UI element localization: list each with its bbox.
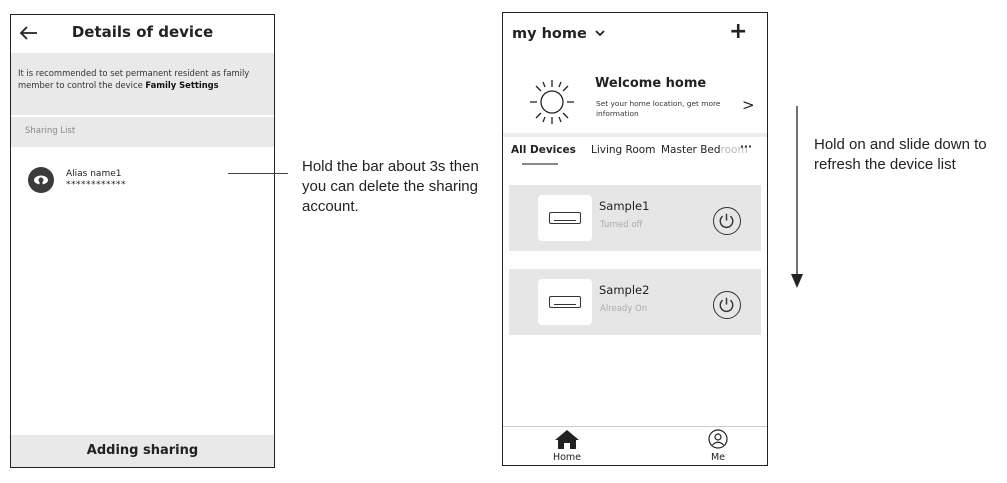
nav-home-label: Home — [552, 452, 582, 463]
power-icon[interactable] — [713, 207, 741, 235]
tab-all-devices[interactable]: All Devices — [511, 144, 576, 156]
refresh-instruction: Hold on and slide down to refresh the de… — [814, 136, 987, 173]
family-settings-link[interactable]: Family Settings — [145, 80, 218, 90]
power-icon[interactable] — [713, 291, 741, 319]
home-selector[interactable]: my home — [512, 26, 606, 42]
sun-icon — [530, 80, 574, 124]
device-thumbnail — [538, 279, 592, 325]
device-name: Sample1 — [599, 199, 650, 213]
tab-master-bedroom-label: Master Bed — [661, 144, 721, 156]
device-status: Already On — [600, 304, 648, 314]
home-icon — [555, 430, 579, 449]
chevron-right-icon: > — [742, 96, 755, 114]
profile-icon — [708, 429, 728, 449]
divider — [503, 133, 767, 137]
active-tab-indicator — [522, 163, 558, 165]
user-avatar-icon — [28, 167, 54, 193]
callout-text: Hold the bar about 3s then you can delet… — [302, 158, 479, 215]
bottom-navigation: Home Me — [503, 426, 767, 465]
sharing-account-masked: ************ — [66, 180, 126, 190]
adding-sharing-button[interactable]: Adding sharing — [11, 435, 274, 467]
home-screen: my home + Welcome home Set your home loc… — [502, 12, 768, 466]
chevron-down-icon — [595, 30, 605, 37]
air-conditioner-icon — [549, 296, 581, 308]
page-title: Details of device — [71, 23, 214, 41]
arrow-down-icon — [791, 106, 803, 288]
more-icon[interactable]: ··· — [740, 141, 752, 153]
device-status: Turned off — [600, 220, 643, 230]
air-conditioner-icon — [549, 212, 581, 224]
header-bar: Details of device — [11, 15, 274, 53]
nav-me-label: Me — [710, 452, 726, 463]
sharing-list-item[interactable]: Alias name1 ************ — [11, 161, 274, 197]
tab-master-bedroom[interactable]: Master Bedroom — [661, 144, 748, 156]
device-thumbnail — [538, 195, 592, 241]
nav-home[interactable]: Home — [542, 429, 592, 463]
device-details-screen: Details of device It is recommended to s… — [10, 14, 275, 468]
device-name: Sample2 — [599, 283, 650, 297]
tab-living-room[interactable]: Living Room — [591, 144, 655, 156]
add-device-icon[interactable]: + — [729, 19, 747, 45]
nav-me[interactable]: Me — [693, 429, 743, 463]
welcome-subtitle: Set your home location, get more informa… — [596, 99, 721, 118]
device-card[interactable]: Sample2 Already On — [509, 269, 761, 335]
callout-line — [228, 173, 288, 174]
room-tabs: All Devices Living Room Master Bedroom ·… — [503, 141, 767, 169]
welcome-title: Welcome home — [595, 76, 707, 91]
device-card[interactable]: Sample1 Turned off — [509, 185, 761, 251]
family-settings-notice: It is recommended to set permanent resid… — [11, 53, 274, 115]
sharing-list-header: Sharing List — [11, 117, 274, 147]
sharing-alias: Alias name1 — [66, 169, 122, 179]
welcome-banner[interactable]: Welcome home Set your home location, get… — [503, 63, 767, 133]
home-title: my home — [512, 26, 587, 42]
